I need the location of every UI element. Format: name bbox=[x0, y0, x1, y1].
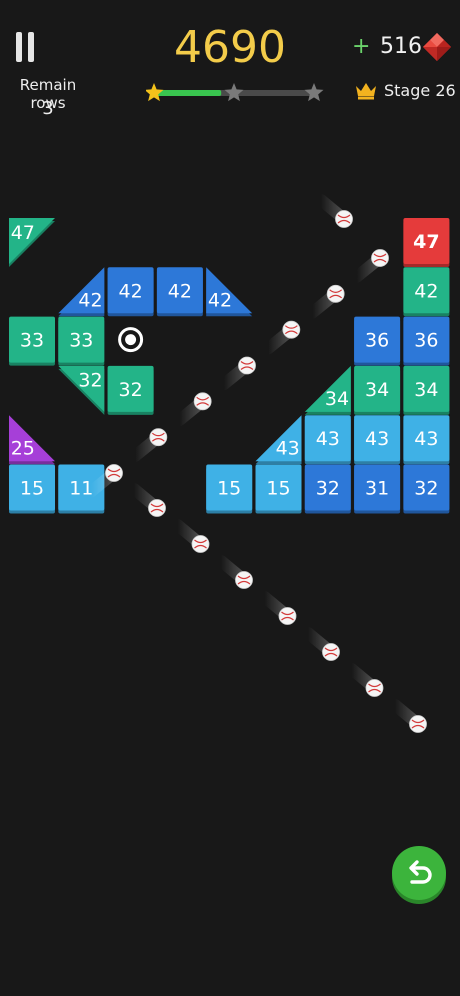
baseball-icon bbox=[173, 392, 212, 427]
brick-block: 36 bbox=[403, 316, 450, 366]
block-label: 25 bbox=[11, 437, 35, 459]
recall-balls-button[interactable] bbox=[392, 846, 446, 900]
brick-block: 43 bbox=[354, 415, 401, 465]
block-label: 34 bbox=[365, 379, 389, 401]
brick-block: 43 bbox=[304, 415, 351, 465]
block-label: 36 bbox=[365, 330, 389, 352]
triangle-block: 43 bbox=[255, 415, 302, 465]
triangle-block: 34 bbox=[304, 365, 351, 415]
ball-body bbox=[282, 320, 301, 339]
block-label: 43 bbox=[276, 437, 300, 459]
block-label: 47 bbox=[11, 222, 35, 244]
block-label: 31 bbox=[365, 478, 389, 500]
block-label: 32 bbox=[316, 478, 340, 500]
ball-body bbox=[278, 607, 297, 625]
ball-body bbox=[365, 679, 384, 697]
ball-body bbox=[371, 249, 389, 267]
block-label: 43 bbox=[365, 428, 389, 450]
brick-block: 32 bbox=[107, 365, 154, 415]
brick-block: 42 bbox=[403, 267, 450, 317]
block-label: 15 bbox=[266, 478, 290, 500]
brick-block: 36 bbox=[354, 316, 401, 366]
triangle-block: 25 bbox=[9, 415, 55, 465]
brick-block: 43 bbox=[403, 415, 450, 465]
block-label: 42 bbox=[119, 280, 143, 302]
block-label: 32 bbox=[414, 478, 438, 500]
block-label: 32 bbox=[78, 370, 102, 392]
block-label: 43 bbox=[316, 428, 340, 450]
baseball-icon bbox=[127, 482, 166, 517]
brick-block: 33 bbox=[9, 316, 55, 366]
triangle-block: 42 bbox=[58, 267, 105, 317]
baseball-icon bbox=[350, 249, 389, 283]
brick-block: 15 bbox=[9, 464, 55, 514]
brick-block: 15 bbox=[255, 464, 302, 514]
baseball-icon bbox=[217, 356, 256, 391]
ball-body bbox=[326, 284, 345, 303]
ball-body bbox=[148, 499, 166, 517]
ball-body bbox=[191, 535, 210, 553]
brick-block: 32 bbox=[304, 464, 351, 514]
brick-block: 34 bbox=[403, 365, 450, 415]
brick-block: 47 bbox=[403, 218, 450, 267]
baseball-icon bbox=[258, 590, 297, 625]
block-label: 15 bbox=[20, 478, 44, 500]
ball-body bbox=[193, 392, 212, 411]
ball-body bbox=[322, 643, 340, 661]
ball-body bbox=[238, 356, 256, 375]
extra-ball-ring-icon bbox=[118, 327, 144, 353]
baseball-icon bbox=[214, 554, 253, 589]
baseball-icon bbox=[301, 626, 340, 661]
block-label: 43 bbox=[414, 428, 438, 450]
block-label: 42 bbox=[414, 280, 438, 302]
brick-block: 34 bbox=[354, 365, 401, 415]
brick-block: 31 bbox=[354, 464, 401, 514]
ball-body bbox=[235, 571, 253, 589]
block-label: 33 bbox=[69, 330, 93, 352]
brick-block: 42 bbox=[156, 267, 203, 317]
ball-body bbox=[105, 464, 123, 482]
ring-core bbox=[125, 334, 137, 346]
block-label: 15 bbox=[217, 478, 241, 500]
block-label: 47 bbox=[413, 231, 439, 253]
undo-arrow-icon bbox=[409, 860, 432, 884]
block-label: 34 bbox=[414, 379, 438, 401]
ball-body bbox=[149, 428, 168, 447]
baseball-icon bbox=[262, 320, 301, 355]
ball-body bbox=[335, 210, 353, 228]
baseball-icon bbox=[314, 193, 353, 228]
ball-body bbox=[409, 715, 427, 733]
block-label: 42 bbox=[208, 290, 232, 312]
brick-block: 32 bbox=[403, 464, 450, 514]
baseball-icon bbox=[388, 698, 427, 733]
block-label: 34 bbox=[325, 388, 349, 410]
triangle-block: 32 bbox=[58, 365, 105, 415]
baseball-icon bbox=[129, 428, 168, 463]
brick-block: 33 bbox=[58, 316, 105, 366]
block-label: 36 bbox=[414, 330, 438, 352]
block-label: 32 bbox=[119, 379, 143, 401]
brick-block: 42 bbox=[107, 267, 154, 317]
block-label: 33 bbox=[20, 330, 44, 352]
triangle-block: 47 bbox=[9, 218, 55, 267]
brick-block: 15 bbox=[206, 464, 253, 514]
baseball-icon bbox=[345, 662, 384, 697]
triangle-block: 42 bbox=[206, 267, 253, 317]
baseball-icon bbox=[306, 284, 345, 319]
baseball-icon bbox=[171, 518, 210, 553]
block-label: 42 bbox=[168, 280, 192, 302]
game-board[interactable]: 47 47 42 42 42 42 42 33 33 36 36 32 32 34 34 34 25 43 43 43… bbox=[0, 0, 460, 996]
block-label: 42 bbox=[78, 290, 102, 312]
